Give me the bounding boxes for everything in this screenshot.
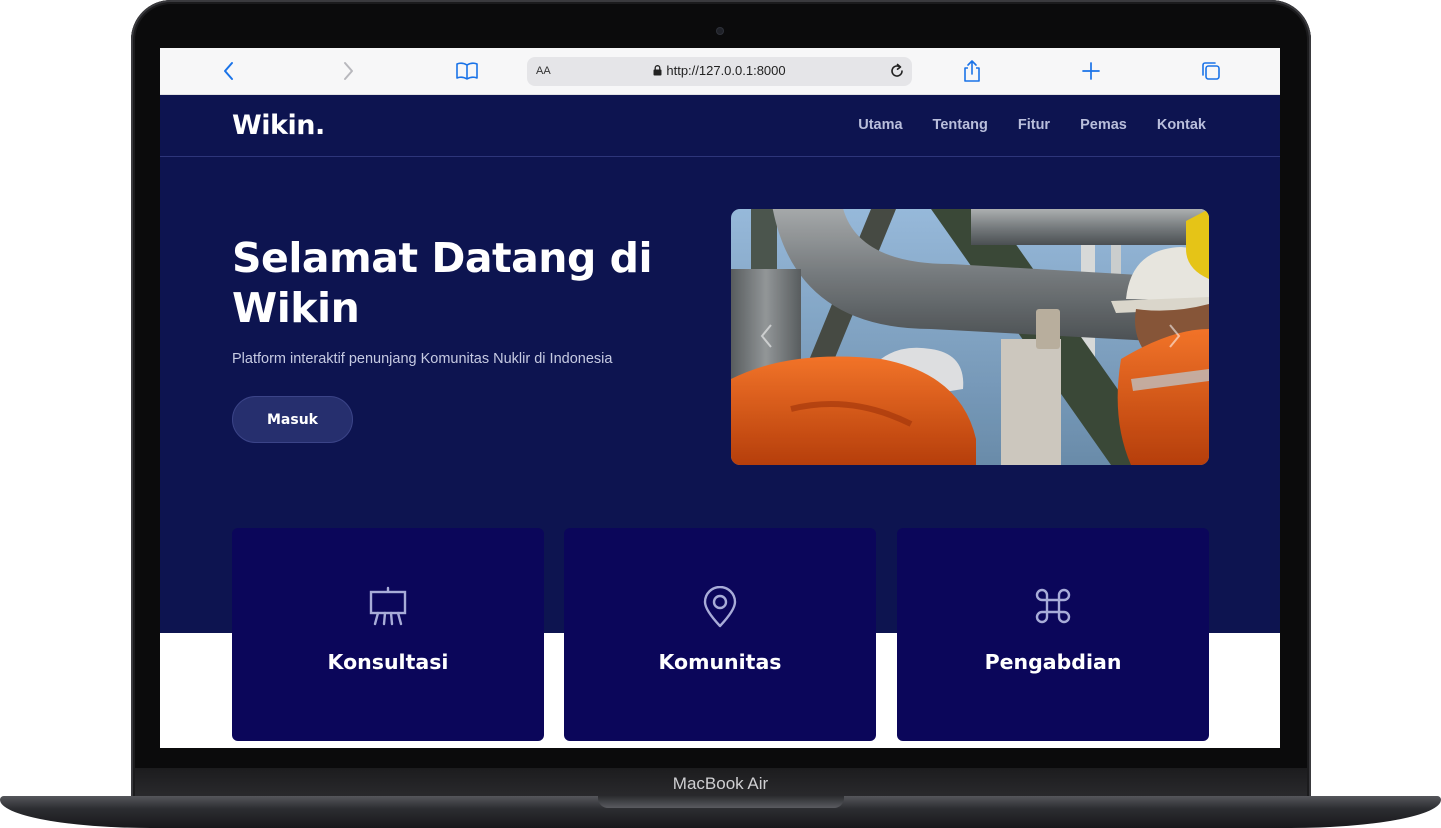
nav-link-pemas[interactable]: Pemas (1080, 117, 1127, 133)
nav-link-fitur[interactable]: Fitur (1018, 117, 1050, 133)
camera-icon (716, 27, 724, 35)
feature-label: Komunitas (658, 650, 782, 674)
chevron-left-icon (760, 324, 772, 348)
device-label: MacBook Air (672, 774, 769, 793)
feature-label: Konsultasi (327, 650, 449, 674)
hero-photo (731, 209, 1209, 465)
screen: AA http://127.0.0.1:8000 Wikin. Utama Te… (160, 48, 1280, 748)
map-pin-icon (703, 586, 737, 628)
easel-icon (369, 586, 407, 626)
lock-icon (653, 65, 662, 76)
forward-button[interactable] (334, 58, 362, 84)
nav-link-kontak[interactable]: Kontak (1157, 117, 1206, 133)
feature-card-konsultasi[interactable]: Konsultasi (232, 528, 544, 741)
address-bar[interactable]: AA http://127.0.0.1:8000 (527, 57, 912, 86)
browser-toolbar: AA http://127.0.0.1:8000 (160, 48, 1280, 95)
chevron-left-icon (224, 62, 233, 80)
share-icon (964, 60, 980, 82)
hero-title: Selamat Datang di Wikin (232, 234, 653, 332)
nav-link-utama[interactable]: Utama (858, 117, 902, 133)
website: Wikin. Utama Tentang Fitur Pemas Kontak … (160, 95, 1280, 748)
laptop-notch (598, 796, 844, 808)
hero-image-carousel (731, 209, 1209, 465)
reload-button[interactable] (888, 62, 906, 80)
login-button[interactable]: Masuk (232, 396, 353, 443)
chevron-right-icon (344, 62, 353, 80)
feature-card-komunitas[interactable]: Komunitas (564, 528, 876, 741)
feature-cards: Konsultasi Komunitas Pengabdian (232, 528, 1209, 741)
command-icon (1035, 588, 1071, 624)
feature-card-pengabdian[interactable]: Pengabdian (897, 528, 1209, 741)
laptop-frame: MacBook Air AA http://127.0.0.1:8000 Wik… (0, 0, 1441, 828)
nav-menu: Utama Tentang Fitur Pemas Kontak (858, 117, 1206, 133)
reload-icon (891, 63, 903, 77)
new-tab-button[interactable] (1077, 58, 1105, 84)
tabs-icon (1202, 62, 1220, 80)
carousel-prev-button[interactable] (757, 321, 777, 351)
feature-label: Pengabdian (984, 650, 1122, 674)
chevron-right-icon (1169, 324, 1181, 348)
hero-subtitle: Platform interaktif penunjang Komunitas … (232, 351, 613, 367)
tabs-overview-button[interactable] (1197, 58, 1225, 84)
plus-icon (1082, 62, 1100, 80)
back-button[interactable] (215, 58, 243, 84)
book-icon (456, 62, 478, 80)
nav-link-tentang[interactable]: Tentang (933, 117, 988, 133)
site-navbar: Wikin. Utama Tentang Fitur Pemas Kontak (160, 95, 1280, 157)
share-button[interactable] (958, 58, 986, 84)
bookmarks-button[interactable] (453, 58, 481, 84)
url-text: http://127.0.0.1:8000 (666, 63, 786, 78)
carousel-next-button[interactable] (1164, 321, 1184, 351)
brand-logo[interactable]: Wikin. (232, 110, 325, 141)
